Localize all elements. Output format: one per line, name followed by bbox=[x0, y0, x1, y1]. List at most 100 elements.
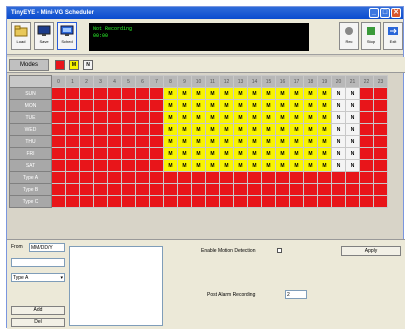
schedule-cell[interactable]: M bbox=[275, 123, 290, 136]
hour-header[interactable]: 21 bbox=[345, 75, 360, 88]
hour-header[interactable]: 7 bbox=[149, 75, 164, 88]
schedule-cell[interactable] bbox=[303, 183, 318, 196]
schedule-cell[interactable]: M bbox=[303, 147, 318, 160]
schedule-cell[interactable]: M bbox=[261, 87, 276, 100]
from-date-field[interactable]: MM/DD/Y bbox=[29, 243, 65, 252]
date-field[interactable] bbox=[11, 258, 65, 267]
schedule-cell[interactable] bbox=[65, 135, 80, 148]
schedule-cell[interactable]: N bbox=[331, 159, 346, 172]
schedule-cell[interactable] bbox=[331, 171, 346, 184]
schedule-cell[interactable] bbox=[121, 195, 136, 208]
schedule-cell[interactable]: M bbox=[233, 135, 248, 148]
schedule-cell[interactable]: M bbox=[289, 123, 304, 136]
schedule-cell[interactable]: M bbox=[261, 111, 276, 124]
schedule-cell[interactable]: M bbox=[261, 135, 276, 148]
schedule-cell[interactable] bbox=[135, 159, 150, 172]
schedule-cell[interactable] bbox=[79, 123, 94, 136]
schedule-cell[interactable] bbox=[149, 183, 164, 196]
schedule-cell[interactable]: M bbox=[163, 147, 178, 160]
schedule-cell[interactable]: M bbox=[317, 147, 332, 160]
delete-button[interactable]: Del bbox=[11, 318, 65, 327]
schedule-cell[interactable]: M bbox=[275, 159, 290, 172]
schedule-cell[interactable] bbox=[79, 87, 94, 100]
schedule-cell[interactable]: M bbox=[289, 111, 304, 124]
schedule-cell[interactable] bbox=[79, 183, 94, 196]
schedule-cell[interactable] bbox=[149, 99, 164, 112]
schedule-cell[interactable] bbox=[373, 195, 388, 208]
schedule-cell[interactable]: M bbox=[219, 123, 234, 136]
schedule-cell[interactable]: M bbox=[275, 111, 290, 124]
hour-header[interactable]: 5 bbox=[121, 75, 136, 88]
schedule-cell[interactable]: M bbox=[191, 159, 206, 172]
schedule-cell[interactable] bbox=[135, 135, 150, 148]
schedule-cell[interactable]: M bbox=[247, 111, 262, 124]
schedule-cell[interactable] bbox=[359, 135, 374, 148]
type-select[interactable]: Type A ▾ bbox=[11, 273, 65, 282]
post-alarm-field[interactable]: 2 bbox=[285, 290, 307, 299]
schedule-cell[interactable] bbox=[121, 123, 136, 136]
schedule-cell[interactable] bbox=[121, 147, 136, 160]
schedule-cell[interactable] bbox=[107, 195, 122, 208]
schedule-cell[interactable]: M bbox=[191, 99, 206, 112]
schedule-cell[interactable]: N bbox=[331, 147, 346, 160]
schedule-cell[interactable] bbox=[359, 111, 374, 124]
schedule-cell[interactable] bbox=[261, 183, 276, 196]
schedule-cell[interactable]: M bbox=[261, 159, 276, 172]
schedule-cell[interactable] bbox=[149, 147, 164, 160]
schedule-cell[interactable] bbox=[359, 183, 374, 196]
schedule-cell[interactable]: N bbox=[331, 123, 346, 136]
schedule-cell[interactable] bbox=[163, 183, 178, 196]
add-button[interactable]: Add bbox=[11, 306, 65, 315]
schedule-cell[interactable] bbox=[289, 171, 304, 184]
schedule-cell[interactable] bbox=[93, 171, 108, 184]
hour-header[interactable]: 10 bbox=[191, 75, 206, 88]
schedule-cell[interactable]: M bbox=[177, 111, 192, 124]
schedule-cell[interactable] bbox=[51, 87, 66, 100]
schedule-cell[interactable] bbox=[247, 195, 262, 208]
schedule-cell[interactable]: M bbox=[219, 99, 234, 112]
schedule-button[interactable]: Sched bbox=[57, 22, 77, 50]
schedule-cell[interactable] bbox=[359, 171, 374, 184]
schedule-cell[interactable]: M bbox=[247, 159, 262, 172]
schedule-cell[interactable] bbox=[135, 147, 150, 160]
schedule-cell[interactable] bbox=[79, 147, 94, 160]
schedule-cell[interactable] bbox=[247, 171, 262, 184]
schedule-cell[interactable] bbox=[219, 171, 234, 184]
schedule-cell[interactable]: M bbox=[303, 135, 318, 148]
schedule-cell[interactable] bbox=[373, 183, 388, 196]
schedule-cell[interactable]: M bbox=[233, 111, 248, 124]
schedule-cell[interactable]: N bbox=[345, 99, 360, 112]
schedule-cell[interactable] bbox=[205, 195, 220, 208]
schedule-cell[interactable] bbox=[331, 183, 346, 196]
hour-header[interactable]: 16 bbox=[275, 75, 290, 88]
schedule-cell[interactable]: M bbox=[275, 147, 290, 160]
schedule-cell[interactable] bbox=[107, 159, 122, 172]
schedule-cell[interactable]: N bbox=[345, 147, 360, 160]
hour-header[interactable]: 12 bbox=[219, 75, 234, 88]
schedule-cell[interactable]: M bbox=[317, 135, 332, 148]
schedule-cell[interactable] bbox=[121, 171, 136, 184]
schedule-cell[interactable] bbox=[107, 99, 122, 112]
schedule-cell[interactable] bbox=[51, 99, 66, 112]
schedule-cell[interactable] bbox=[191, 183, 206, 196]
schedule-cell[interactable]: N bbox=[331, 87, 346, 100]
schedule-cell[interactable] bbox=[233, 195, 248, 208]
schedule-cell[interactable]: M bbox=[261, 147, 276, 160]
schedule-cell[interactable] bbox=[373, 123, 388, 136]
schedule-cell[interactable] bbox=[177, 183, 192, 196]
schedule-cell[interactable] bbox=[359, 123, 374, 136]
schedule-cell[interactable] bbox=[65, 111, 80, 124]
schedule-cell[interactable]: N bbox=[331, 111, 346, 124]
schedule-cell[interactable]: M bbox=[177, 135, 192, 148]
schedule-cell[interactable] bbox=[373, 147, 388, 160]
schedule-cell[interactable] bbox=[107, 111, 122, 124]
schedule-cell[interactable]: M bbox=[317, 123, 332, 136]
schedule-cell[interactable]: M bbox=[303, 123, 318, 136]
day-label[interactable]: Type A bbox=[9, 171, 52, 184]
schedule-cell[interactable] bbox=[149, 171, 164, 184]
hour-header[interactable]: 0 bbox=[51, 75, 66, 88]
schedule-cell[interactable] bbox=[121, 99, 136, 112]
schedule-cell[interactable]: M bbox=[247, 99, 262, 112]
hour-header[interactable]: 19 bbox=[317, 75, 332, 88]
schedule-cell[interactable] bbox=[191, 171, 206, 184]
